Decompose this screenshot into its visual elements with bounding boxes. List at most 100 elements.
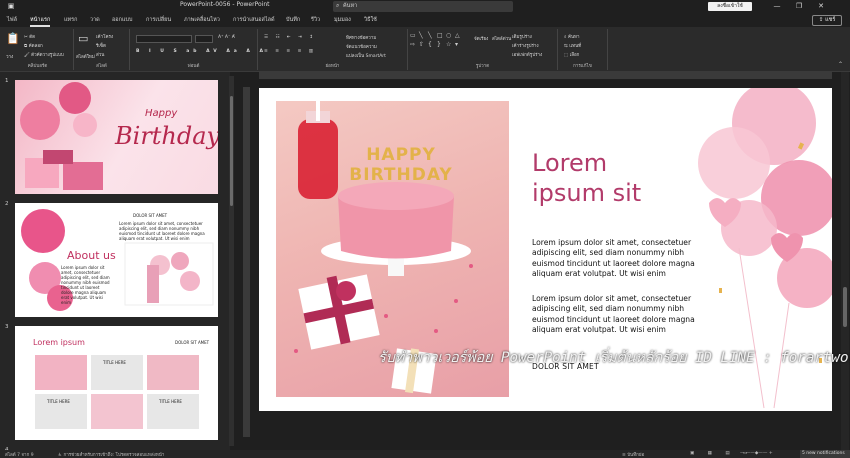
select-button[interactable]: ⬚ เลือก <box>564 51 579 58</box>
thumb2-body-a: Lorem ipsum dolor sit amet, consectetuer… <box>119 221 205 241</box>
tab-insert[interactable]: แทรก <box>64 16 77 24</box>
drawing-group: ▭ ╲ ╲ □ ○ △ ⇨ ⇧ { } ☆ ▾ จัดเรียง สไตล์ด่… <box>408 29 558 70</box>
find-button[interactable]: ⌕ ค้นหา <box>564 33 580 40</box>
slide-title[interactable]: Lorem ipsum sit <box>532 148 641 208</box>
paste-icon[interactable]: 📋 <box>6 32 20 45</box>
shape-outline-button[interactable]: เค้าร่างรูปร่าง <box>512 42 539 49</box>
shape-more-icon[interactable]: ▾ <box>455 41 458 48</box>
smartart-button[interactable]: แปลงเป็น SmartArt <box>346 52 386 59</box>
shape-brace-icon[interactable]: { <box>428 41 432 48</box>
restore-button[interactable]: ❐ <box>790 0 808 13</box>
shape-oval-icon[interactable]: ○ <box>446 32 451 39</box>
slides-label: สไลด์ <box>96 64 107 69</box>
list-buttons[interactable]: ☰ ☷ ⇤ ⇥ ↕ <box>264 35 316 40</box>
shape-effects-button[interactable]: เอฟเฟกต์รูปร่าง <box>512 51 542 58</box>
search-placeholder: ค้นหา <box>343 3 358 9</box>
thumb3-tile-title: TITLE HERE <box>47 399 70 404</box>
slide-paragraph-1[interactable]: Lorem ipsum dolor sit amet, consectetuer… <box>532 238 717 279</box>
tab-transitions[interactable]: การเปลี่ยน <box>146 16 171 24</box>
close-button[interactable]: ✕ <box>812 0 830 13</box>
section-button[interactable]: ส่วน <box>96 51 104 58</box>
shape-triangle-icon[interactable]: △ <box>455 32 460 39</box>
font-style-buttons[interactable]: B I U S ab AV Aa A A <box>136 49 267 54</box>
copy-button[interactable]: ⧉ คัดลอก <box>24 42 43 49</box>
replace-button[interactable]: ⇆ แทนที่ <box>564 42 581 49</box>
font-size-select[interactable] <box>195 35 213 43</box>
quick-styles-button[interactable]: สไตล์ด่วน <box>492 35 511 42</box>
text-direction-button[interactable]: ทิศทางข้อความ <box>346 34 376 41</box>
ribbon: 📋 วาง ✂ ตัด ⧉ คัดลอก 🖌 ตัวคัดวางรูปแบบ ค… <box>0 27 850 72</box>
slide-thumbnail-3[interactable]: Lorem ipsum DOLOR SIT AMET TITLE HERE TI… <box>15 326 218 440</box>
slide-paragraph-2[interactable]: Lorem ipsum dolor sit amet, consectetuer… <box>532 294 717 335</box>
align-buttons[interactable]: ≡ ≡ ≡ ≡ ▥ <box>264 49 316 54</box>
share-button[interactable]: ⇪ แชร์ <box>812 15 842 26</box>
align-text-button[interactable]: จัดแนวข้อความ <box>346 43 377 50</box>
tab-review[interactable]: รีวิว <box>311 16 320 24</box>
thumb3-tile-1: TITLE HERE <box>91 355 143 390</box>
thumbnail-scrollbar[interactable] <box>229 76 234 446</box>
font-grow-icon[interactable]: A⁺ A⁻ Ⱥ <box>218 35 235 40</box>
font-label: ฟอนต์ <box>187 64 200 69</box>
slide-thumbnail-2[interactable]: About us DOLOR SIT AMET Lorem ipsum dolo… <box>15 203 218 317</box>
new-slide-icon[interactable]: ▭ <box>78 32 88 45</box>
slide-thumbnail-pane[interactable]: 1 Happy Birthday 2 About us DOLOR SIT AM… <box>0 72 230 453</box>
layout-button[interactable]: เค้าโครง <box>96 33 113 40</box>
shapes-gallery[interactable]: ▭ ╲ ╲ □ ○ △ ⇨ ⇧ { } ☆ ▾ <box>410 32 470 60</box>
tab-view[interactable]: มุมมอง <box>334 16 351 24</box>
tab-record[interactable]: บันทึก <box>286 16 300 24</box>
font-name-select[interactable] <box>136 35 192 43</box>
find-label: ค้นหา <box>567 35 580 40</box>
thumb-number: 1 <box>5 78 9 84</box>
new-slide-label[interactable]: สไลด์ใหม่ <box>76 53 95 60</box>
search-box[interactable]: ⌕ ค้นหา <box>333 1 513 12</box>
thumb2-heading: DOLOR SIT AMET <box>133 213 168 218</box>
shape-brace2-icon[interactable]: } <box>437 41 441 48</box>
cut-button[interactable]: ✂ ตัด <box>24 33 35 40</box>
title-bar: ▣ PowerPoint-0056 - PowerPoint ⌕ ค้นหา ล… <box>0 0 850 13</box>
tab-home[interactable]: หน้าแรก <box>30 16 51 27</box>
format-painter-button[interactable]: 🖌 ตัวคัดวางรูปแบบ <box>24 51 64 58</box>
accessibility-status[interactable]: ♿ การช่วยสำหรับการเข้าถึง: โปรดตรวจสอบแห… <box>58 451 164 458</box>
shape-star-icon[interactable]: ☆ <box>446 41 451 48</box>
thumb3-tile-title: TITLE HERE <box>103 360 126 365</box>
accessibility-label: การช่วยสำหรับการเข้าถึง: โปรดตรวจสอบแหล่… <box>63 453 165 458</box>
horizontal-ruler <box>259 72 832 79</box>
signin-button[interactable]: ลงชื่อเข้าใช้ <box>708 2 752 11</box>
collapse-ribbon-icon[interactable]: ⌃ <box>838 61 843 68</box>
slide-scrollbar[interactable] <box>841 72 849 450</box>
slide-thumbnail-1[interactable]: Happy Birthday <box>15 80 218 194</box>
tab-draw[interactable]: วาด <box>90 16 100 24</box>
shape-arrow-icon[interactable]: ⇨ <box>410 41 415 48</box>
shape-textbox-icon[interactable]: ▭ <box>410 32 416 39</box>
reset-button[interactable]: รีเซ็ต <box>96 42 106 49</box>
tab-slideshow[interactable]: การนำเสนอสไลด์ <box>233 16 275 24</box>
tab-animations[interactable]: ภาพเคลื่อนไหว <box>184 16 220 24</box>
tab-design[interactable]: ออกแบบ <box>112 16 132 24</box>
copy-label: คัดลอก <box>28 44 43 49</box>
shape-uparrow-icon[interactable]: ⇧ <box>419 41 424 48</box>
ribbon-tabs: ไฟล์ หน้าแรก แทรก วาด ออกแบบ การเปลี่ยน … <box>0 13 850 27</box>
zoom-slider[interactable]: — ——◆—— + <box>740 451 773 456</box>
slides-group: ▭ สไลด์ใหม่ เค้าโครง รีเซ็ต ส่วน สไลด์ <box>74 29 130 70</box>
notes-button[interactable]: ≡ บันทึกย่อ <box>622 451 644 458</box>
minimize-button[interactable]: — <box>768 0 786 13</box>
window-title: PowerPoint-0056 - PowerPoint <box>180 1 270 8</box>
tab-help[interactable]: วิธีใช้ <box>364 16 377 24</box>
shape-rect-icon[interactable]: □ <box>437 32 443 39</box>
font-group: A⁺ A⁻ Ⱥ B I U S ab AV Aa A A ฟอนต์ <box>130 29 263 70</box>
paste-label[interactable]: วาง <box>6 53 13 60</box>
workspace: 1 Happy Birthday 2 About us DOLOR SIT AM… <box>0 72 850 453</box>
thumb-number: 3 <box>5 324 9 330</box>
share-icon: ⇪ <box>818 17 824 23</box>
tab-file[interactable]: ไฟล์ <box>7 16 17 24</box>
thumbnail-scroll-thumb[interactable] <box>230 96 233 206</box>
thumb-number: 2 <box>5 201 9 207</box>
slide-scroll-thumb[interactable] <box>843 287 847 327</box>
autosave-icon[interactable]: ▣ <box>2 0 20 13</box>
shape-line2-icon[interactable]: ╲ <box>428 32 432 39</box>
shape-line-icon[interactable]: ╲ <box>419 32 423 39</box>
notifications-badge[interactable]: 5 new notifications <box>800 450 850 458</box>
arrange-button[interactable]: จัดเรียง <box>474 35 488 42</box>
shape-fill-button[interactable]: เติมรูปร่าง <box>512 33 532 40</box>
share-label: แชร์ <box>825 17 836 23</box>
